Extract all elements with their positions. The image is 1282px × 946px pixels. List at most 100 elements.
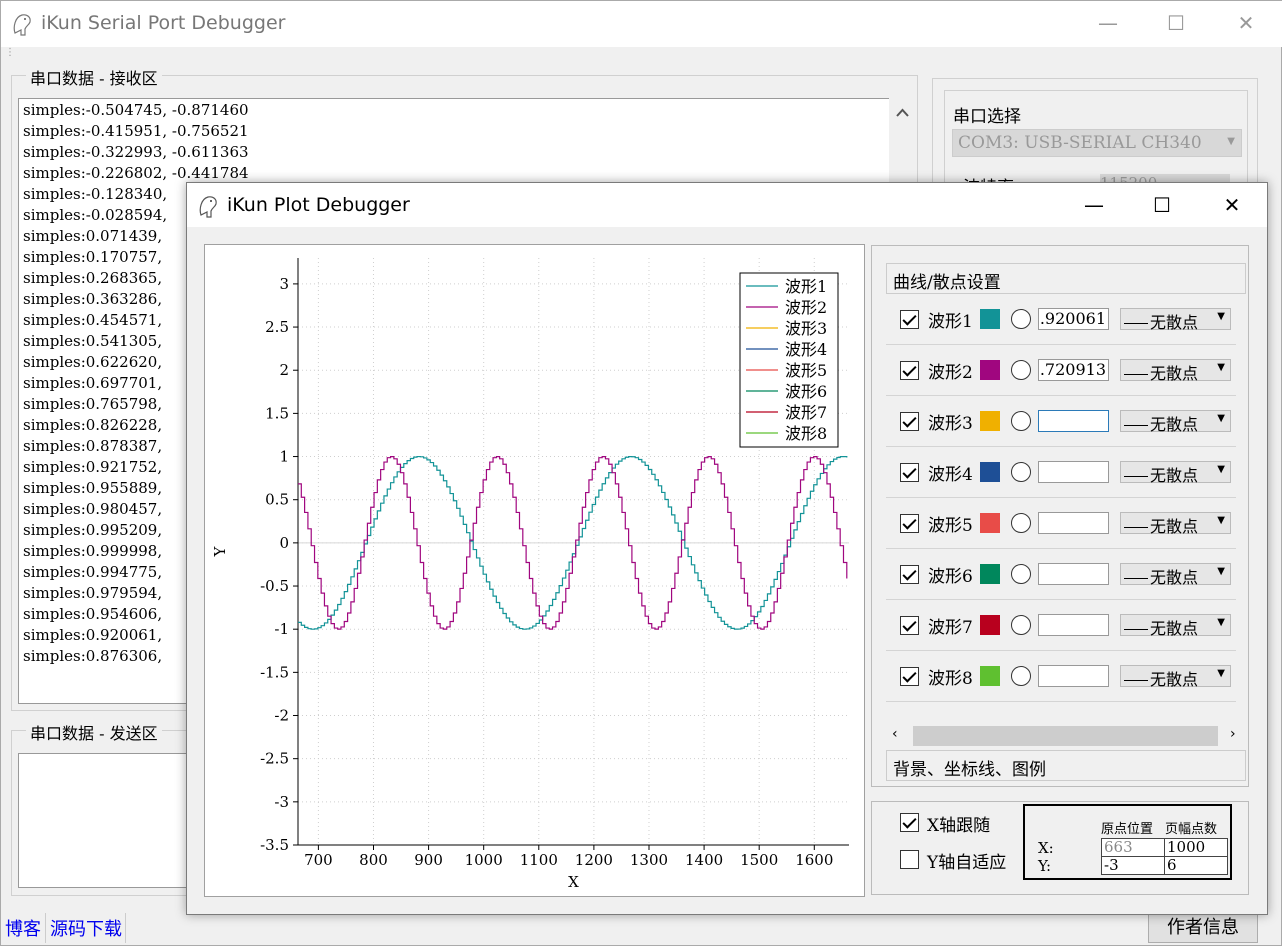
wave-color-swatch[interactable] (980, 309, 1000, 329)
waveform-chart[interactable]: 3 2.5 2 1.5 1 0.5 0 -0.5 -1 -1.5 -2 -2.5 -3 -3.5 700 80… (205, 245, 864, 896)
y-range-input[interactable]: 6 (1164, 856, 1228, 875)
plot-canvas[interactable]: 3 2.5 2 1.5 1 0.5 0 -0.5 -1 -1.5 -2 -2.5 -3 -3.5 700 80… (204, 244, 865, 897)
wave-value-input[interactable] (1038, 461, 1109, 483)
wave-row: 波形6 无散点 ▼ (886, 549, 1236, 600)
legend-label: 波形6 (785, 382, 827, 401)
wave-value-input[interactable] (1038, 512, 1109, 534)
background-axis-legend-tab[interactable]: 背景、坐标线、图例 (886, 750, 1246, 781)
scatter-style-select[interactable]: 无散点 ▼ (1120, 665, 1231, 689)
plot-minimize-button[interactable]: — (1071, 183, 1117, 229)
settings-hscrollbar[interactable]: ‹ › (886, 724, 1246, 748)
wave-name-label: 波形1 (928, 312, 973, 332)
line-style-preview (1124, 578, 1148, 579)
wave-color-swatch[interactable] (980, 462, 1000, 482)
wave-value-input[interactable] (1038, 410, 1109, 432)
wave-color-swatch[interactable] (980, 564, 1000, 584)
y-auto-checkbox[interactable] (900, 850, 919, 869)
y-axis-title: Y (211, 545, 229, 557)
scatter-option-label: 无散点 (1150, 619, 1199, 638)
wave-name-label: 波形4 (928, 465, 973, 485)
minimize-button[interactable]: — (1085, 1, 1131, 47)
maximize-button[interactable]: ☐ (1153, 1, 1199, 47)
wave-visible-checkbox[interactable] (900, 361, 919, 380)
wave-color-swatch[interactable] (980, 360, 1000, 380)
wave-color-swatch[interactable] (980, 513, 1000, 533)
author-info-button[interactable]: 作者信息 (1148, 913, 1258, 943)
link-divider (125, 913, 126, 943)
blog-link[interactable]: 博客 (5, 915, 41, 941)
wave-visible-checkbox[interactable] (900, 514, 919, 533)
scatter-style-select[interactable]: 无散点 ▼ (1120, 410, 1231, 434)
wave-select-radio[interactable] (1011, 462, 1031, 482)
wave-select-radio[interactable] (1011, 513, 1031, 533)
wave-color-swatch[interactable] (980, 666, 1000, 686)
scatter-style-select[interactable]: 无散点 ▼ (1120, 614, 1231, 638)
wave-row: 波形2 0.720913 无散点 ▼ (886, 345, 1236, 396)
recv-line: simples:-0.415951, -0.756521 (23, 122, 249, 140)
wave-visible-checkbox[interactable] (900, 412, 919, 431)
chevron-down-icon: ▼ (1217, 566, 1225, 577)
wave-select-radio[interactable] (1011, 411, 1031, 431)
com-port-select[interactable]: COM3: USB-SERIAL CH340 ▼ (952, 129, 1242, 157)
scroll-up-icon[interactable] (896, 108, 909, 117)
y-tick-label: 0 (279, 534, 289, 552)
hscroll-thumb[interactable] (913, 726, 1218, 746)
wave-value-input[interactable]: 0.920061 (1038, 308, 1109, 330)
x-axis-label: X: (1038, 839, 1054, 857)
recv-line: simples:-0.504745, -0.871460 (23, 101, 249, 119)
x-follow-checkbox[interactable] (900, 813, 919, 832)
wave-value-input[interactable]: 0.720913 (1038, 359, 1109, 381)
wave-select-radio[interactable] (1011, 564, 1031, 584)
port-group-title: 串口选择 (953, 107, 1021, 127)
legend-label: 波形4 (785, 340, 827, 359)
scatter-option-label: 无散点 (1150, 568, 1199, 587)
plot-title-bar[interactable]: iKun Plot Debugger — ☐ ✕ (187, 183, 1267, 227)
line-style-preview (1124, 425, 1148, 426)
legend-label: 波形8 (785, 424, 827, 443)
wave-name-label: 波形5 (928, 516, 973, 536)
plot-maximize-button[interactable]: ☐ (1139, 183, 1185, 229)
scroll-left-icon[interactable]: ‹ (892, 726, 898, 742)
scroll-right-icon[interactable]: › (1230, 726, 1236, 742)
scatter-style-select[interactable]: 无散点 ▼ (1120, 308, 1231, 332)
x-tick-label: 900 (414, 851, 443, 869)
wave-value-input[interactable] (1038, 614, 1109, 636)
curve-settings-tab[interactable]: 曲线/散点设置 (886, 263, 1246, 294)
wave-select-radio[interactable] (1011, 360, 1031, 380)
wave-value-input[interactable] (1038, 665, 1109, 687)
wave-visible-checkbox[interactable] (900, 616, 919, 635)
wave-visible-checkbox[interactable] (900, 310, 919, 329)
scatter-style-select[interactable]: 无散点 ▼ (1120, 461, 1231, 485)
line-style-preview (1124, 323, 1148, 324)
wave-name-label: 波形8 (928, 669, 973, 689)
wave-color-swatch[interactable] (980, 615, 1000, 635)
wave-value-input[interactable] (1038, 563, 1109, 585)
scatter-style-select[interactable]: 无散点 ▼ (1120, 512, 1231, 536)
y-origin-input[interactable]: -3 (1101, 856, 1165, 875)
scatter-style-select[interactable]: 无散点 ▼ (1120, 359, 1231, 383)
wave-visible-checkbox[interactable] (900, 565, 919, 584)
scatter-option-label: 无散点 (1150, 517, 1199, 536)
x-range-input[interactable]: 1000 (1164, 838, 1228, 857)
x-tick-label: 700 (304, 851, 333, 869)
plot-close-button[interactable]: ✕ (1209, 183, 1255, 229)
y-tick-label: 3 (279, 275, 289, 293)
x-tick-label: 1000 (465, 851, 503, 869)
main-window-title: iKun Serial Port Debugger (41, 12, 286, 34)
x-origin-input[interactable]: 663 (1101, 838, 1165, 857)
kun-app-icon (13, 14, 31, 36)
wave-select-radio[interactable] (1011, 309, 1031, 329)
wave-select-radio[interactable] (1011, 666, 1031, 686)
scatter-style-select[interactable]: 无散点 ▼ (1120, 563, 1231, 587)
wave-visible-checkbox[interactable] (900, 463, 919, 482)
plot-debugger-window: iKun Plot Debugger — ☐ ✕ 3 2.5 2 1.5 1 0.5 0 -0… (186, 182, 1268, 915)
chevron-down-icon: ▼ (1217, 464, 1225, 475)
wave-visible-checkbox[interactable] (900, 667, 919, 686)
main-title-bar[interactable]: iKun Serial Port Debugger — ☐ ✕ (1, 1, 1282, 47)
x-tick-label: 1600 (795, 851, 833, 869)
source-download-link[interactable]: 源码下载 (50, 915, 122, 941)
close-button[interactable]: ✕ (1223, 1, 1269, 47)
legend-label: 波形1 (785, 277, 827, 296)
wave-select-radio[interactable] (1011, 615, 1031, 635)
wave-color-swatch[interactable] (980, 411, 1000, 431)
